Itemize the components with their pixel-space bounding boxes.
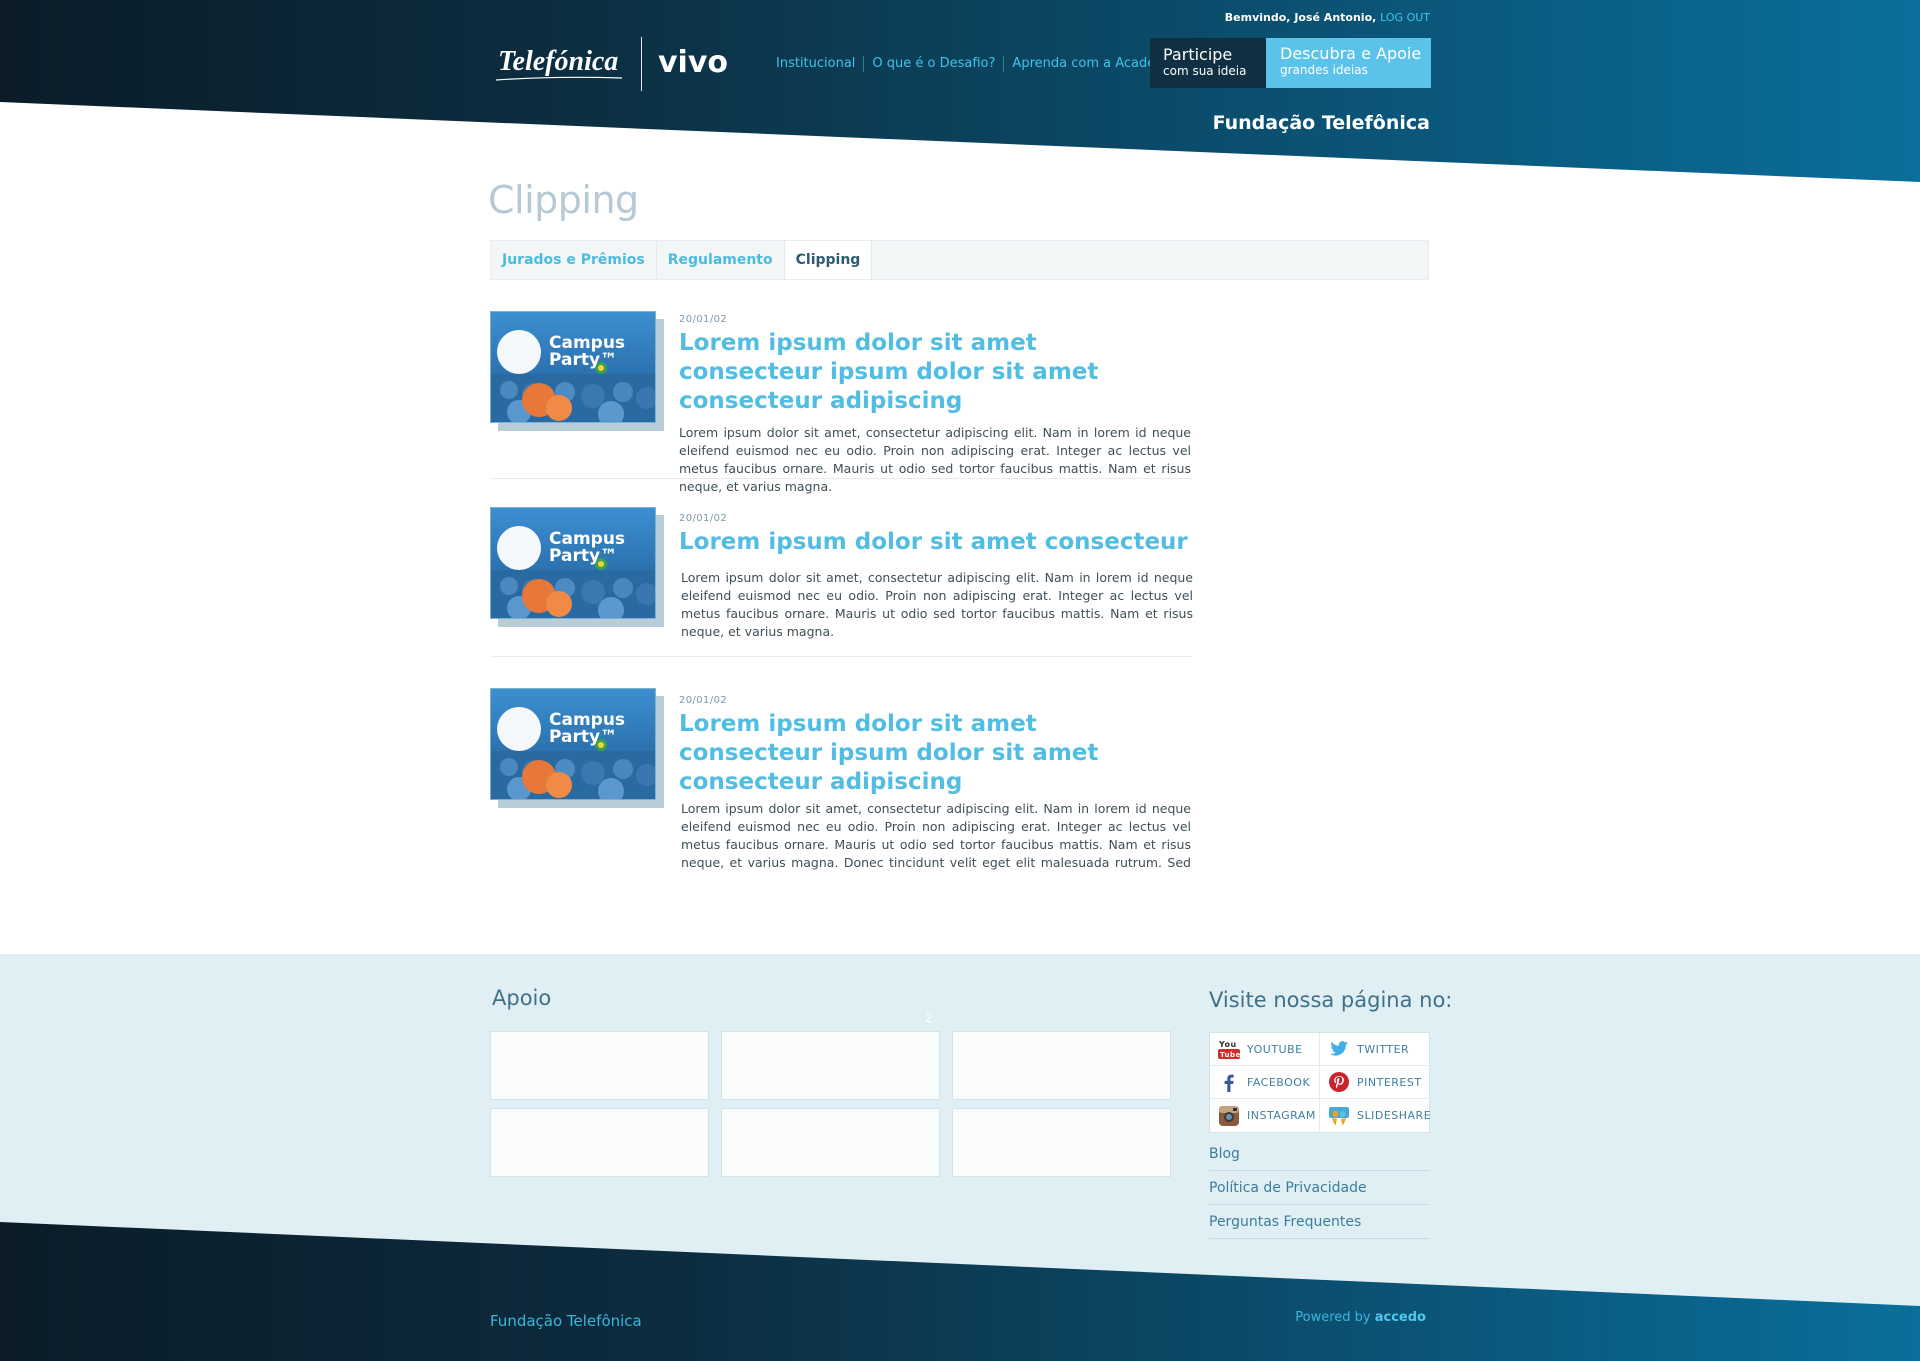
twitter-icon xyxy=(1330,1041,1348,1056)
article-body: 20/01/02 Lorem ipsum dolor sit amet cons… xyxy=(679,314,1191,496)
sponsor-slot[interactable] xyxy=(952,1031,1171,1100)
tab-regulamento[interactable]: Regulamento xyxy=(657,241,785,279)
social-instagram[interactable]: INSTAGRAM xyxy=(1210,1099,1320,1132)
powered-prefix: Powered by xyxy=(1295,1310,1371,1325)
svg-text:Tube: Tube xyxy=(1220,1051,1240,1059)
participe-subtitle: com sua ideia xyxy=(1163,64,1247,78)
nav-institucional[interactable]: Institucional xyxy=(776,56,863,72)
social-facebook[interactable]: FACEBOOK xyxy=(1210,1066,1320,1099)
footer-link-perguntas[interactable]: Perguntas Frequentes xyxy=(1209,1205,1430,1239)
header-background xyxy=(0,0,1920,182)
article-body: 20/01/02 Lorem ipsum dolor sit amet cons… xyxy=(679,695,1191,872)
campus-party-image: Campus Party™ xyxy=(491,689,655,799)
sponsor-slot[interactable] xyxy=(721,1108,940,1177)
sponsor-slot[interactable] xyxy=(952,1108,1171,1177)
telefonica-logo[interactable]: Telefónica xyxy=(494,40,624,90)
telefonica-logo-text: Telefónica xyxy=(498,46,618,77)
descubra-subtitle: grandes ideias xyxy=(1280,63,1368,77)
social-label: YOUTUBE xyxy=(1247,1042,1303,1056)
vivo-logo-text: vivo xyxy=(658,45,728,80)
article-date: 20/01/02 xyxy=(679,314,728,325)
campus-party-image: Campus Party™ xyxy=(491,312,655,422)
article-title-link[interactable]: Lorem ipsum dolor sit amet consecteur xyxy=(679,528,1191,557)
sponsor-slot[interactable] xyxy=(721,1031,940,1100)
sponsor-slot[interactable] xyxy=(490,1108,709,1177)
footer-link-privacidade[interactable]: Política de Privacidade xyxy=(1209,1171,1430,1205)
accedo-link[interactable]: accedo xyxy=(1375,1310,1426,1325)
article-date: 20/01/02 xyxy=(679,513,728,524)
social-slideshare[interactable]: SLIDESHARE xyxy=(1320,1099,1431,1132)
social-label: TWITTER xyxy=(1357,1042,1410,1056)
article-summary: Lorem ipsum dolor sit amet, consectetur … xyxy=(681,570,1193,639)
social-links: You Tube YOUTUBE TWITTER FACEBOOK PINTER… xyxy=(1209,1032,1431,1133)
article-divider xyxy=(490,656,1192,657)
article-title-link[interactable]: Lorem ipsum dolor sit amet consecteur ip… xyxy=(679,710,1149,797)
footer-brand: Fundação Telefônica xyxy=(490,1312,642,1330)
participe-title: Participe xyxy=(1163,45,1233,64)
nav-o-que-e-o-desafio[interactable]: O que é o Desafio? xyxy=(863,56,1003,72)
pinterest-icon xyxy=(1329,1072,1349,1092)
apoio-title: Apoio xyxy=(492,986,552,1010)
tab-jurados-e-premios[interactable]: Jurados e Prêmios xyxy=(491,241,657,279)
apoio-page-number: 2 xyxy=(925,1011,933,1025)
vivo-logo[interactable]: vivo xyxy=(657,42,737,82)
campus-party-image: Campus Party™ xyxy=(491,508,655,618)
article-title-link[interactable]: Lorem ipsum dolor sit amet consecteur ip… xyxy=(679,329,1149,416)
visit-title: Visite nossa página no: xyxy=(1209,988,1453,1012)
article-summary: Lorem ipsum dolor sit amet, consectetur … xyxy=(681,801,1191,870)
descubra-button[interactable]: Descubra e Apoie grandes ideias xyxy=(1266,38,1431,88)
logout-link[interactable]: LOG OUT xyxy=(1380,11,1430,24)
sponsor-slot[interactable] xyxy=(490,1031,709,1100)
welcome-text: Bemvindo, José Antonio, xyxy=(1224,11,1377,24)
svg-text:You: You xyxy=(1218,1040,1237,1049)
top-navigation: Institucional O que é o Desafio? Aprenda… xyxy=(776,56,1187,72)
article-item-2: Campus Party™ 20/01/02 Lorem ipsum dolor … xyxy=(490,507,1193,657)
article-item-3: Campus Party™ 20/01/02 Lorem ipsum dolor … xyxy=(490,688,1192,870)
social-label: PINTEREST xyxy=(1357,1075,1422,1089)
logo-separator xyxy=(641,37,642,91)
footer-links: Blog Política de Privacidade Perguntas F… xyxy=(1209,1140,1430,1239)
thumbnail-caption: Campus Party™ xyxy=(549,529,625,566)
thumbnail-caption: Campus Party™ xyxy=(549,710,625,747)
social-label: FACEBOOK xyxy=(1247,1075,1311,1089)
fundacao-title: Fundação Telefônica xyxy=(1212,112,1430,134)
facebook-icon xyxy=(1224,1074,1234,1092)
article-thumbnail[interactable]: Campus Party™ xyxy=(490,507,664,627)
article-summary: Lorem ipsum dolor sit amet, consectetur … xyxy=(679,425,1191,494)
article-thumbnail[interactable]: Campus Party™ xyxy=(490,311,664,431)
instagram-icon xyxy=(1219,1105,1239,1126)
article-item: Campus Party™ 20/01/02 Lorem ipsum dolor … xyxy=(490,311,1192,494)
social-label: INSTAGRAM xyxy=(1247,1109,1316,1122)
thumbnail-caption: Campus Party™ xyxy=(549,333,625,370)
tab-clipping[interactable]: Clipping xyxy=(784,241,873,279)
page-title: Clipping xyxy=(488,178,639,222)
participe-button[interactable]: Participe com sua ideia xyxy=(1150,38,1266,88)
descubra-title: Descubra e Apoie xyxy=(1280,44,1422,63)
social-twitter[interactable]: TWITTER xyxy=(1320,1033,1431,1066)
article-divider xyxy=(490,478,1192,479)
article-thumbnail[interactable]: Campus Party™ xyxy=(490,688,664,808)
article-date: 20/01/02 xyxy=(679,695,728,706)
welcome-message: Bemvindo, José Antonio, LOG OUT xyxy=(1190,11,1430,24)
social-youtube[interactable]: You Tube YOUTUBE xyxy=(1210,1033,1320,1066)
slideshare-icon xyxy=(1329,1106,1349,1125)
social-label: SLIDESHARE xyxy=(1357,1109,1432,1122)
social-pinterest[interactable]: PINTEREST xyxy=(1320,1066,1431,1099)
footer-link-blog[interactable]: Blog xyxy=(1209,1137,1430,1171)
sponsor-grid xyxy=(490,1031,1171,1177)
tab-bar: Jurados e Prêmios Regulamento Clipping xyxy=(490,240,1429,280)
powered-by: Powered by accedo xyxy=(1240,1310,1426,1325)
youtube-icon: You Tube xyxy=(1218,1040,1240,1059)
article-body: 20/01/02 Lorem ipsum dolor sit amet cons… xyxy=(679,513,1193,641)
